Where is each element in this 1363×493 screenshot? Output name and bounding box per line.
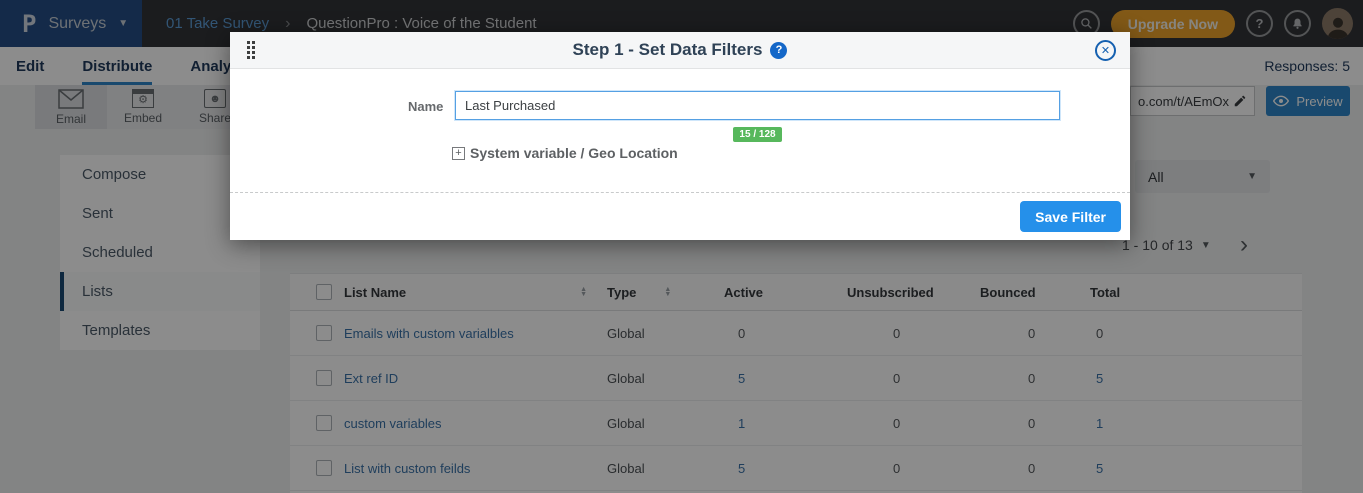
drag-handle-icon[interactable] xyxy=(247,41,255,59)
char-counter-wrap: 15 / 128 xyxy=(455,124,1060,142)
modal-footer: Save Filter xyxy=(230,192,1130,240)
expand-plus-icon: + xyxy=(452,147,465,160)
filter-name-input[interactable] xyxy=(455,91,1060,120)
modal-title: Step 1 - Set Data Filters xyxy=(573,40,763,60)
set-data-filters-modal: Step 1 - Set Data Filters ? ✕ Name 15 / … xyxy=(230,32,1130,240)
modal-body: Name 15 / 128 + System variable / Geo Lo… xyxy=(230,69,1130,192)
close-icon[interactable]: ✕ xyxy=(1095,40,1116,61)
system-variable-expander[interactable]: + System variable / Geo Location xyxy=(452,145,678,161)
modal-help-icon[interactable]: ? xyxy=(770,42,787,59)
filter-name-label: Name xyxy=(408,99,443,114)
modal-header: Step 1 - Set Data Filters ? ✕ xyxy=(230,32,1130,69)
expander-label: System variable / Geo Location xyxy=(470,145,678,161)
app-window: P Surveys ▼ 01 Take Survey › QuestionPro… xyxy=(0,0,1363,493)
save-filter-button[interactable]: Save Filter xyxy=(1020,201,1121,232)
char-counter-badge: 15 / 128 xyxy=(733,127,781,142)
